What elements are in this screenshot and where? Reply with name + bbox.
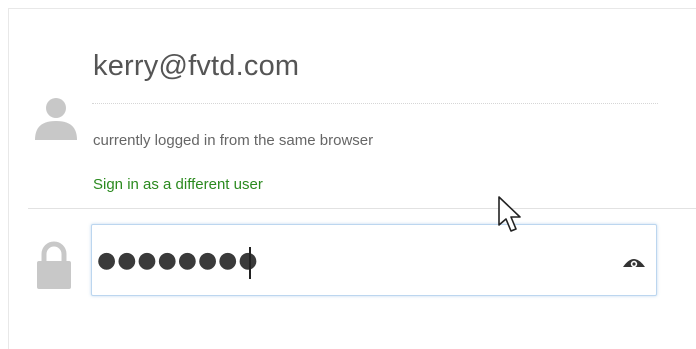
user-silhouette-icon [35,98,77,140]
password-field[interactable] [91,224,657,296]
lock-icon [37,241,71,289]
account-email: kerry@fvtd.com [93,50,300,82]
sign-in-different-user-link[interactable]: Sign in as a different user [93,176,263,193]
password-input[interactable] [97,237,597,283]
mouse-pointer-icon [498,196,521,232]
text-caret [249,247,251,279]
section-divider [28,208,696,209]
divider [92,103,658,104]
eye-icon[interactable] [622,255,646,269]
login-status-text: currently logged in from the same browse… [93,132,374,149]
